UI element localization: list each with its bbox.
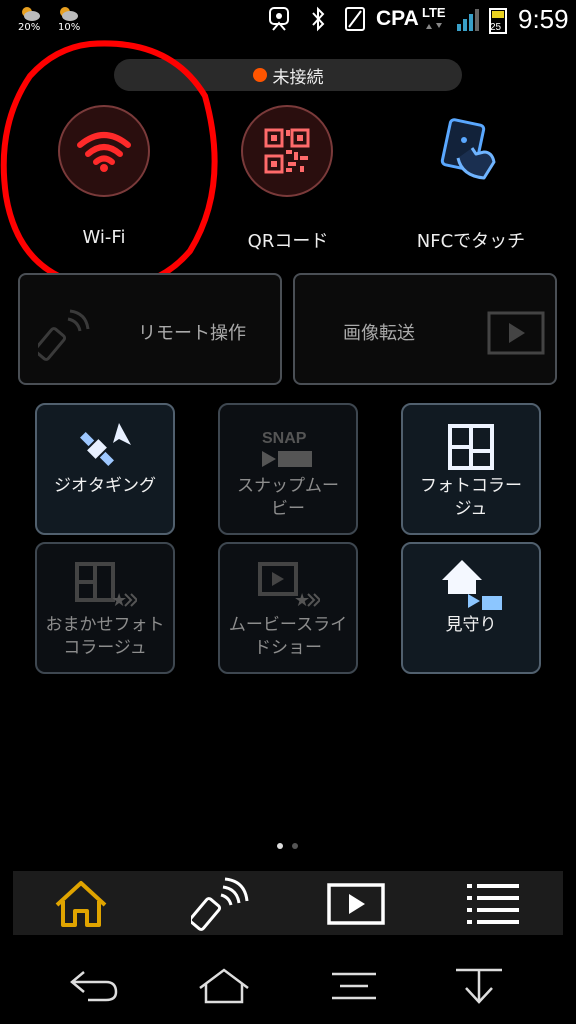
- snap-text: SNAP: [262, 430, 307, 447]
- home-monitor-icon: [403, 544, 539, 610]
- tab-playback[interactable]: [327, 883, 385, 925]
- playback-icon: [327, 883, 385, 925]
- tile-photo-collage[interactable]: フォトコラー ジュ: [401, 403, 541, 535]
- qr-code-icon: [264, 128, 310, 174]
- home-outline-icon: [199, 968, 249, 1004]
- play-box-icon: [487, 311, 545, 355]
- nfc-touch-icon: [440, 118, 496, 180]
- tile-snap-movie-label: スナップムー ビー: [233, 471, 343, 521]
- connection-status-label: 未接続: [272, 67, 324, 88]
- tile-movie-slideshow-label-line2: ドショー: [254, 638, 322, 658]
- tile-home-monitor-label: 見守り: [445, 615, 497, 635]
- page-indicator: [292, 843, 298, 849]
- weather-cloud-sun-icon: [56, 4, 80, 24]
- bluetooth-icon: [310, 6, 326, 32]
- tile-photo-collage-label-line1: フォトコラー: [420, 476, 522, 496]
- battery-level: 25: [490, 22, 502, 33]
- network-label: LTE: [422, 5, 446, 20]
- tile-snap-movie-label-line2: ビー: [271, 499, 305, 519]
- tab-home[interactable]: [51, 879, 111, 929]
- tile-geotagging-label: ジオタギング: [54, 476, 156, 496]
- image-transfer-button[interactable]: 画像転送: [293, 273, 557, 385]
- collapse-icon: [456, 968, 502, 1004]
- alarm-person-icon: [268, 6, 290, 32]
- tile-photo-collage-label-line2: ジュ: [454, 499, 488, 519]
- recent-apps-icon: [332, 972, 376, 1000]
- tile-auto-photo-collage[interactable]: ★ おまかせフォト コラージュ: [35, 542, 175, 674]
- tile-geotagging[interactable]: ジオタギング: [35, 403, 175, 535]
- tab-menu[interactable]: [465, 881, 521, 927]
- qr-code-button[interactable]: [241, 105, 333, 197]
- status-dot-icon: [252, 68, 267, 82]
- tile-movie-slideshow-label-line1: ムービースライ: [228, 615, 348, 635]
- geotagging-satellite-icon: [37, 405, 173, 471]
- highlight-circle-annotation: [0, 40, 218, 291]
- status-bar: 20% 10% CPA LTE 25 9:59: [0, 0, 576, 40]
- image-transfer-label: 画像転送: [343, 323, 415, 344]
- sim-slash-icon: [344, 6, 366, 32]
- tile-auto-photo-collage-label-line1: おまかせフォト: [45, 615, 165, 635]
- snap-movie-icon: SNAP: [220, 405, 356, 471]
- nfc-touch-button[interactable]: [438, 118, 500, 184]
- page-indicator-active: [277, 843, 283, 849]
- weather-percent-2: 10%: [58, 22, 81, 33]
- data-arrows-icon: [424, 22, 444, 30]
- signal-strength-icon: [456, 8, 480, 32]
- qr-code-label[interactable]: QRコード: [208, 227, 368, 253]
- tile-home-monitor[interactable]: 見守り: [401, 542, 541, 674]
- tile-photo-collage-label: フォトコラー ジュ: [416, 471, 526, 521]
- carrier-label: CPA: [376, 7, 419, 30]
- tile-movie-slideshow[interactable]: ★ ムービースライ ドショー: [218, 542, 358, 674]
- tile-auto-photo-collage-label: おまかせフォト コラージュ: [42, 610, 169, 660]
- weather-percent-1: 20%: [18, 22, 41, 33]
- clock: 9:59: [518, 4, 569, 34]
- nfc-touch-label[interactable]: NFCでタッチ: [391, 227, 551, 253]
- back-icon: [70, 971, 118, 1002]
- tile-movie-slideshow-label: ムービースライ ドショー: [225, 610, 351, 660]
- tile-snap-movie[interactable]: SNAP スナップムー ビー: [218, 403, 358, 535]
- remote-control-icon: [38, 305, 98, 361]
- svg-text:★: ★: [111, 590, 127, 610]
- nav-recent-button[interactable]: [330, 970, 378, 1002]
- remote-control-button[interactable]: リモート操作: [18, 273, 282, 385]
- home-icon: [55, 881, 107, 927]
- menu-list-icon: [467, 884, 519, 924]
- nav-back-button[interactable]: [66, 966, 120, 1006]
- weather-cloud-sun-icon: [18, 4, 42, 24]
- tile-snap-movie-label-line1: スナップムー: [237, 476, 339, 496]
- movie-slideshow-icon: ★: [220, 544, 356, 610]
- system-nav-bar: [0, 944, 576, 1024]
- qr-icon-circle: [241, 105, 333, 197]
- nav-collapse-button[interactable]: [454, 966, 504, 1006]
- auto-photo-collage-icon: ★: [37, 544, 173, 610]
- tab-remote[interactable]: [191, 877, 251, 931]
- svg-text:★: ★: [294, 590, 310, 610]
- nav-home-button[interactable]: [196, 966, 252, 1006]
- tile-auto-photo-collage-label-line2: コラージュ: [63, 638, 147, 658]
- photo-collage-icon: [403, 405, 539, 471]
- remote-control-icon: [191, 877, 249, 931]
- bottom-tab-bar: [13, 871, 563, 935]
- remote-control-label: リモート操作: [138, 323, 246, 344]
